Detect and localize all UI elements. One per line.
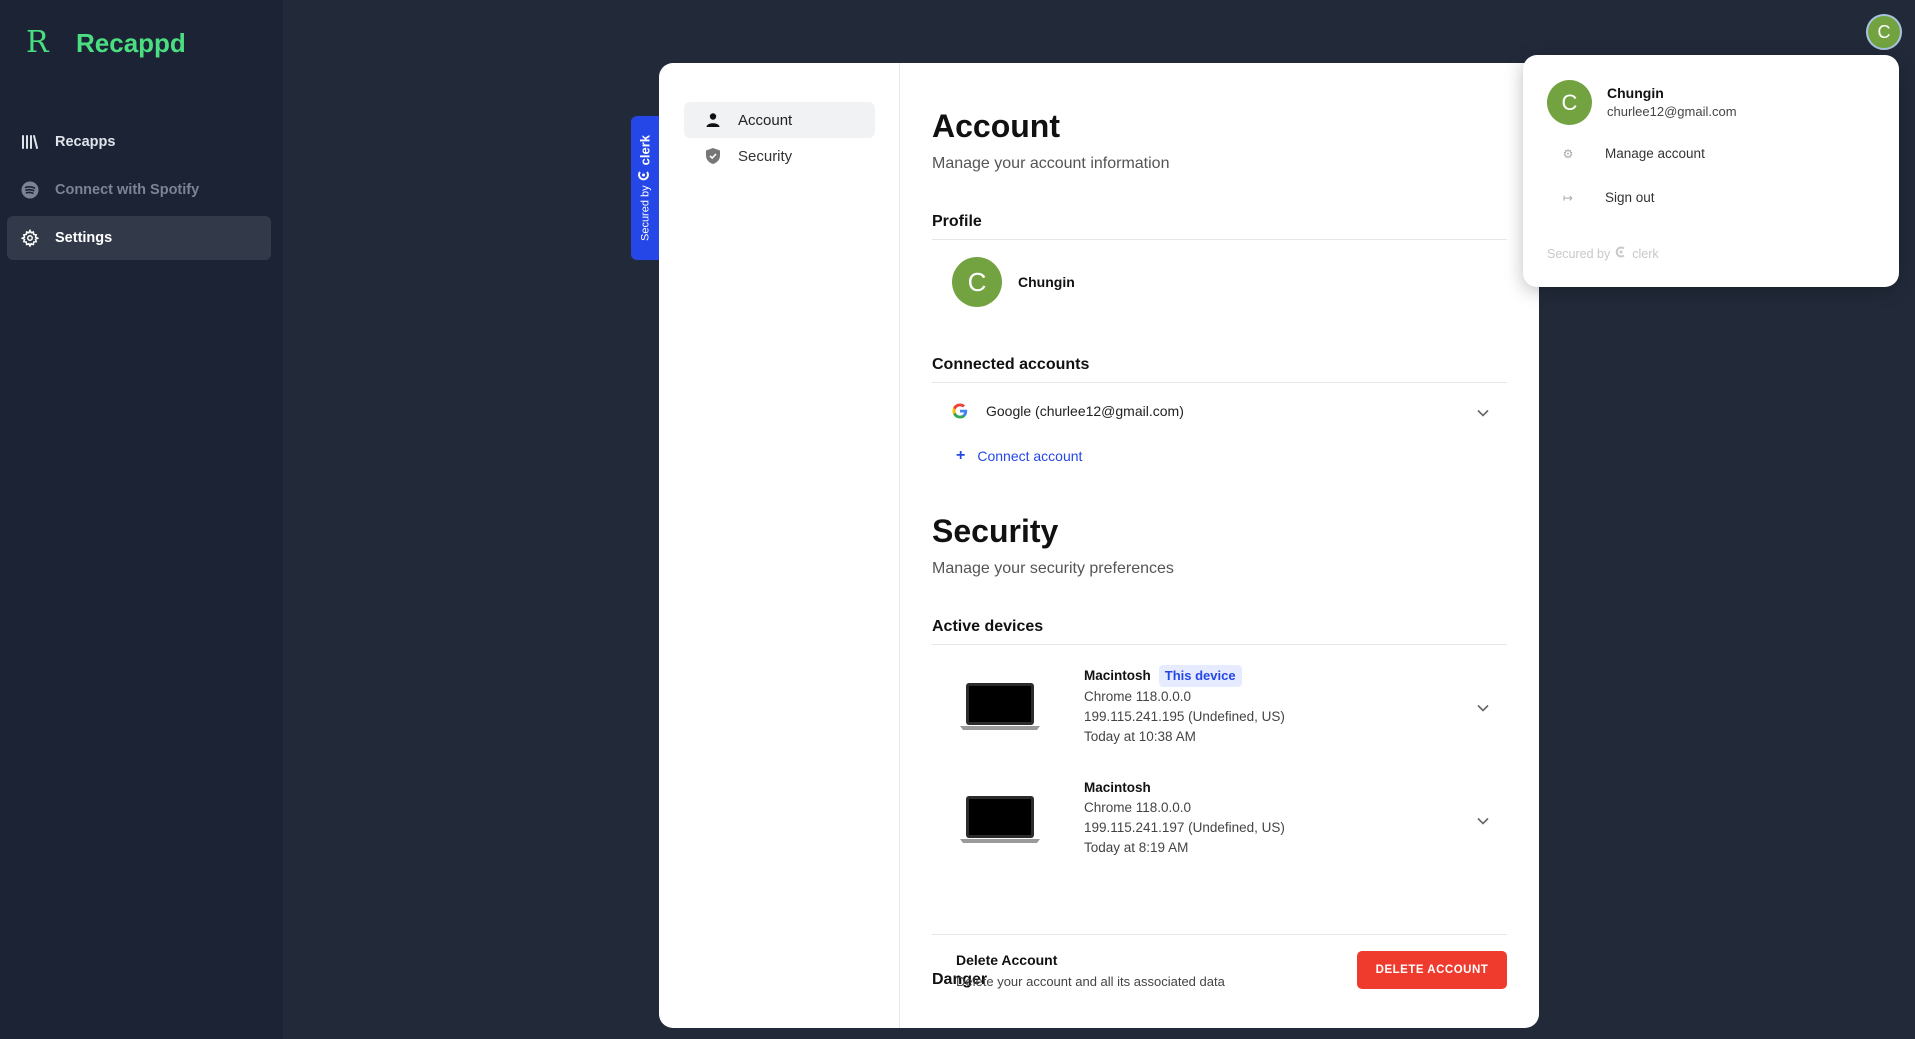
connected-account-google[interactable]: Google (churlee12@gmail.com) [952,400,1507,422]
gear-icon: ⚙ [1562,146,1574,161]
account-subtitle: Manage your account information [932,155,1170,172]
device-name: Macintosh [1084,668,1151,683]
spotify-icon [20,180,40,200]
delete-account-title: Delete Account [956,952,1058,968]
chevron-down-icon[interactable] [1477,404,1489,420]
device-name: Macintosh [1084,780,1151,795]
device-ip: 199.115.241.197 (Undefined, US) [1084,820,1285,835]
sign-out-icon: ↦ [1562,190,1574,205]
user-menu-popover: C Chungin churlee12@gmail.com ⚙ Manage a… [1523,55,1899,287]
connect-account-label: Connect account [977,448,1083,464]
person-icon [704,111,722,129]
device-time: Today at 8:19 AM [1084,840,1189,855]
sidebar-item-spotify[interactable]: Connect with Spotify [7,168,271,212]
secured-by-clerk-badge[interactable]: Secured by clerk [631,116,659,260]
google-icon [952,403,968,419]
delete-account-subtitle: Delete your account and all its associat… [956,974,1225,989]
library-icon [20,132,40,152]
shield-icon [704,147,722,165]
chevron-down-icon[interactable] [1477,699,1489,717]
popover-user-email: churlee12@gmail.com [1607,104,1737,119]
popover-user-name: Chungin [1607,85,1664,101]
device-browser: Chrome 118.0.0.0 [1084,689,1192,704]
profile-name: Chungin [1018,274,1075,290]
tab-security[interactable]: Security [684,138,875,174]
sidebar-item-settings[interactable]: Settings [7,216,271,260]
user-profile-card: Account Security Account Manage your acc… [659,63,1539,1028]
secured-by-text: Secured by [639,185,651,242]
sidebar: R Recappd Recapps Connect with Spotify S… [0,0,283,1039]
profile-section-title: Profile [932,213,1507,240]
security-subtitle: Manage your security preferences [932,560,1174,577]
delete-account-text: Delete Account Delete your account and a… [956,952,1225,989]
profile-nav: Account Security [659,63,900,1028]
sidebar-nav: Recapps Connect with Spotify Settings [7,120,271,264]
connect-account-button[interactable]: + Connect account [956,447,1082,465]
device-row[interactable]: Macintosh Chrome 118.0.0.0 199.115.241.1… [960,778,1507,868]
chevron-down-icon[interactable] [1477,812,1489,830]
popover-avatar: C [1547,80,1592,125]
app-name: Recappd [76,27,186,58]
this-device-badge: This device [1158,665,1242,687]
clerk-brand: clerk [637,134,653,166]
clerk-logo-icon [638,169,653,181]
profile-avatar[interactable]: C [952,257,1002,307]
clerk-brand: clerk [1632,246,1659,261]
device-time: Today at 10:38 AM [1084,729,1196,744]
clerk-logo-icon [1615,246,1627,261]
sidebar-item-label: Recapps [55,134,116,150]
connected-accounts-title: Connected accounts [932,356,1507,383]
account-title: Account [932,108,1060,144]
device-ip: 199.115.241.195 (Undefined, US) [1084,709,1285,724]
secured-by-text: Secured by [1547,246,1611,261]
connected-account-label: Google (churlee12@gmail.com) [986,403,1184,419]
active-devices-title: Active devices [932,618,1507,645]
manage-account-label: Manage account [1605,146,1705,161]
app-logo-icon: R [26,25,49,60]
security-title: Security [932,513,1059,549]
delete-account-button[interactable]: DELETE ACCOUNT [1357,951,1507,989]
sign-out-button[interactable]: ↦ Sign out [1561,190,1655,205]
laptop-icon [960,796,1040,844]
sign-out-label: Sign out [1605,190,1655,205]
tab-account[interactable]: Account [684,102,875,138]
brand[interactable]: R Recappd [26,26,186,60]
sidebar-item-label: Connect with Spotify [55,182,200,198]
plus-icon: + [956,447,966,464]
tab-label: Security [738,147,793,165]
user-avatar-button[interactable]: C [1866,14,1902,50]
device-browser: Chrome 118.0.0.0 [1084,800,1192,815]
manage-account-button[interactable]: ⚙ Manage account [1561,146,1705,161]
laptop-icon [960,683,1040,731]
gear-icon [20,228,40,248]
sidebar-item-recapps[interactable]: Recapps [7,120,271,164]
device-row[interactable]: Macintosh This device Chrome 118.0.0.0 19… [960,665,1507,755]
tab-label: Account [738,111,793,129]
popover-secured-by[interactable]: Secured by clerk [1547,246,1659,261]
sidebar-item-label: Settings [55,230,113,246]
danger-divider [932,934,1507,935]
